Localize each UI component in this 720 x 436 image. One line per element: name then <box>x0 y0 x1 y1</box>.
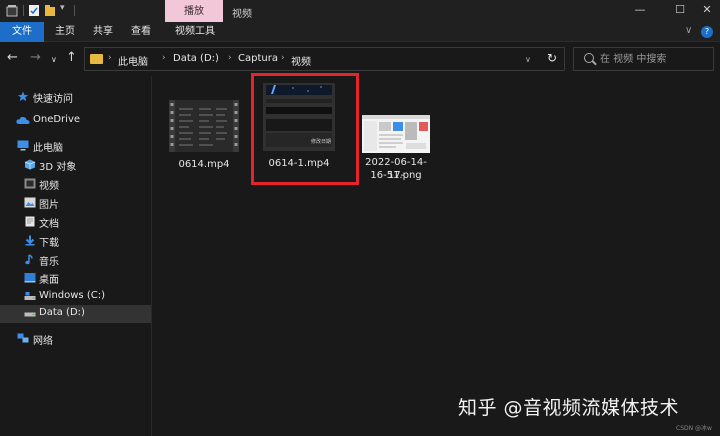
breadcrumb-separator: › <box>281 53 285 63</box>
help-icon[interactable]: ? <box>701 26 713 38</box>
sidebar-item-quick-access[interactable]: 快速访问 <box>0 88 151 106</box>
picture-icon <box>24 197 36 208</box>
sidebar-item-data-d[interactable]: Data (D:) <box>0 305 151 323</box>
sidebar-item-label: 文档 <box>39 219 59 230</box>
cube-icon <box>24 159 36 170</box>
sidebar-item-desktop[interactable]: 桌面 <box>0 269 151 287</box>
tab-view[interactable]: 查看 <box>124 22 158 42</box>
sidebar-item-label: Data (D:) <box>39 307 85 318</box>
drive-icon <box>24 292 36 300</box>
folder-icon <box>90 54 103 64</box>
cloud-icon <box>16 116 30 124</box>
recent-locations-button[interactable]: ∨ <box>51 53 57 67</box>
close-button[interactable]: ✕ <box>700 3 714 17</box>
music-icon <box>25 254 33 265</box>
breadcrumb-separator: › <box>228 53 232 63</box>
credit-text: CSDN @冰w <box>676 425 712 432</box>
sidebar-item-3d-objects[interactable]: 3D 对象 <box>0 156 151 174</box>
window-title: 视频 <box>232 9 252 20</box>
file-name-line-2: 16-51.png <box>370 170 422 181</box>
network-icon <box>17 333 29 343</box>
computer-icon <box>17 140 29 151</box>
sidebar-item-label: 快速访问 <box>33 94 73 105</box>
sidebar-item-onedrive[interactable]: OneDrive <box>0 112 151 130</box>
file-name: 0614.mp4 <box>178 159 230 170</box>
up-button[interactable]: ↑ <box>66 51 77 65</box>
sidebar-item-label: 网络 <box>33 336 53 347</box>
watermark: 知乎 @音视频流媒体技术 <box>458 397 680 419</box>
search-icon <box>584 53 594 63</box>
tab-home[interactable]: 主页 <box>48 22 82 42</box>
sidebar-item-documents[interactable]: 文档 <box>0 213 151 231</box>
breadcrumb-video[interactable]: 视频 <box>291 53 311 68</box>
address-dropdown-icon[interactable]: ∨ <box>525 55 531 64</box>
sidebar-item-videos[interactable]: 视频 <box>0 175 151 193</box>
drive-icon <box>24 312 36 317</box>
video-thumbnail <box>169 100 239 152</box>
sidebar-item-label: 此电脑 <box>33 143 63 154</box>
sidebar-item-label: 图片 <box>39 200 59 211</box>
new-folder-icon[interactable] <box>44 4 56 17</box>
sidebar-item-label: OneDrive <box>33 114 81 125</box>
sidebar-item-label: 视频 <box>39 181 59 192</box>
sidebar-item-this-pc[interactable]: 此电脑 <box>0 137 151 155</box>
sidebar-item-label: 音乐 <box>39 257 59 268</box>
properties-icon[interactable] <box>28 4 40 17</box>
refresh-button[interactable]: ↻ <box>547 51 557 65</box>
breadcrumb-this-pc[interactable]: 此电脑 <box>118 53 148 68</box>
sidebar-item-label: 下载 <box>39 238 59 249</box>
sidebar-item-pictures[interactable]: 图片 <box>0 194 151 212</box>
tab-video-tools[interactable]: 视频工具 <box>167 22 223 42</box>
search-box[interactable] <box>573 47 714 71</box>
breadcrumb-separator: › <box>108 53 112 63</box>
sidebar-item-music[interactable]: 音乐 <box>0 251 151 269</box>
app-icon <box>6 5 18 17</box>
minimize-button[interactable]: — <box>633 3 647 17</box>
sidebar-item-downloads[interactable]: 下载 <box>0 232 151 250</box>
star-icon <box>17 91 29 102</box>
video-icon <box>24 178 36 189</box>
address-bar[interactable]: › 此电脑 › Data (D:) › Captura › 视频 ∨ ↻ <box>84 47 565 71</box>
maximize-button[interactable]: ☐ <box>673 3 687 17</box>
download-icon <box>25 235 35 246</box>
back-button[interactable]: ← <box>7 51 18 65</box>
sidebar-item-network[interactable]: 网络 <box>0 330 151 348</box>
selection-highlight <box>251 73 359 185</box>
sidebar-item-label: Windows (C:) <box>39 290 105 301</box>
forward-button[interactable]: → <box>30 51 41 65</box>
ribbon-collapse-icon[interactable]: ∨ <box>685 25 692 36</box>
breadcrumb-separator: › <box>162 53 166 63</box>
breadcrumb-data-d[interactable]: Data (D:) <box>173 53 219 64</box>
tab-file[interactable]: 文件 <box>0 22 44 42</box>
breadcrumb-captura[interactable]: Captura <box>238 53 278 64</box>
tab-share[interactable]: 共享 <box>86 22 120 42</box>
ribbon-tab-bar: 文件 主页 共享 查看 视频工具 ∨ ? <box>0 22 720 42</box>
context-tab-play[interactable]: 播放 <box>165 0 223 22</box>
customize-toolbar-icon[interactable]: ▾ <box>60 3 72 16</box>
navigation-bar: ← → ∨ ↑ › 此电脑 › Data (D:) › Captura › 视频… <box>0 42 720 76</box>
sidebar-item-label: 3D 对象 <box>39 162 77 173</box>
title-bar: ▾ 播放 视频 — ☐ ✕ <box>0 0 720 22</box>
sidebar-item-label: 桌面 <box>39 275 59 286</box>
navigation-pane: 快速访问 OneDrive 此电脑 3D 对象 视频 图片 文档 下载 音乐 桌… <box>0 76 152 436</box>
document-icon <box>25 216 35 227</box>
file-item-0614-mp4[interactable]: 0614.mp4 <box>166 96 242 176</box>
desktop-icon <box>24 273 36 283</box>
sidebar-item-windows-c[interactable]: Windows (C:) <box>0 288 151 306</box>
image-thumbnail <box>362 115 430 153</box>
search-input[interactable] <box>600 51 710 67</box>
file-item-2022-06-14-png[interactable]: 2022-06-14-17- 16-51.png <box>358 110 434 186</box>
